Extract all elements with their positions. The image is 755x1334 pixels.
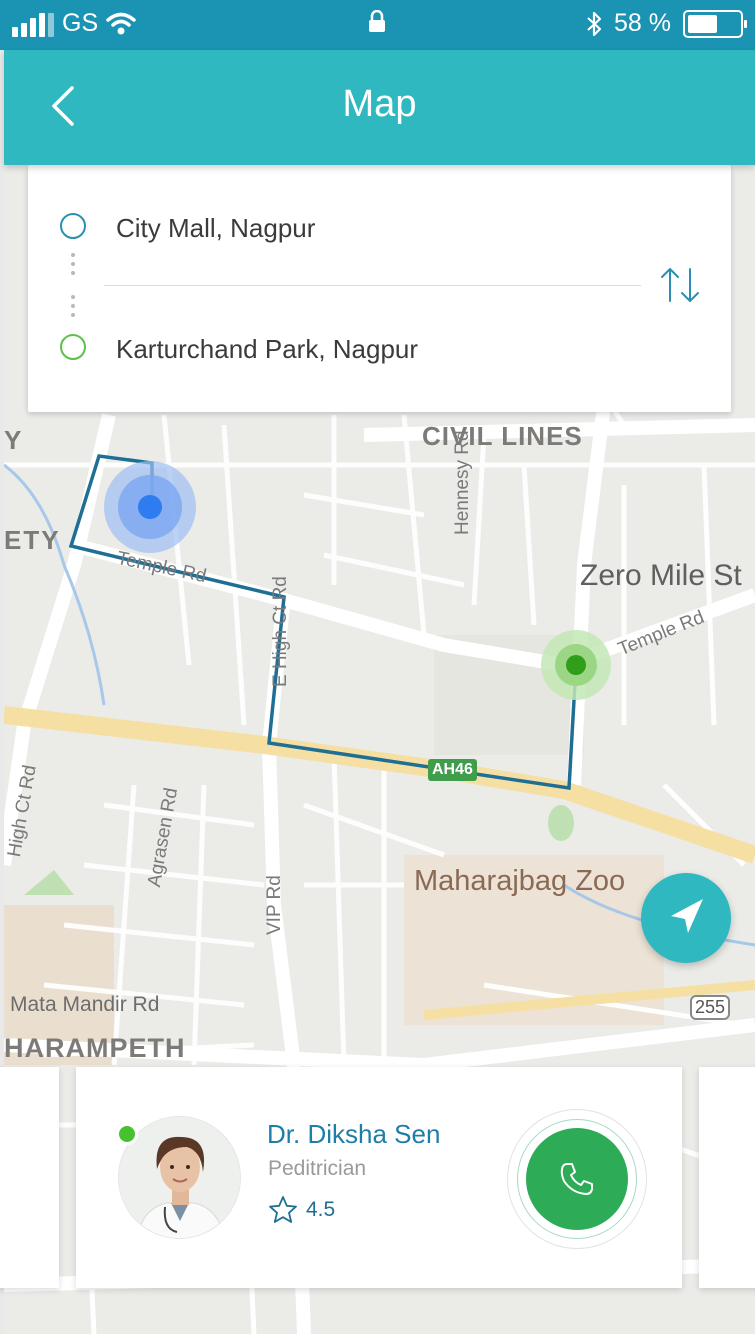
- doctor-specialty: Peditrician: [268, 1157, 367, 1180]
- status-right: 58 %: [586, 9, 747, 38]
- page-title: Map: [342, 83, 417, 125]
- swap-route-button[interactable]: [656, 265, 704, 305]
- online-status-badge: [116, 1123, 138, 1145]
- route-divider: [104, 285, 641, 286]
- map-label-hennesy-rd: Hennesy Rd: [452, 430, 473, 535]
- bluetooth-icon: [587, 11, 602, 36]
- origin-marker: [104, 461, 196, 553]
- call-button-circle[interactable]: [526, 1128, 628, 1230]
- doctor-name: Dr. Diksha Sen: [267, 1119, 441, 1149]
- map-label-vip-rd: VIP Rd: [264, 875, 285, 935]
- carrier-label: GS: [62, 9, 99, 37]
- app-header: Map: [4, 50, 755, 165]
- wifi-icon: [106, 12, 136, 34]
- route-card: City Mall, Nagpur Karturchand Park, Nagp…: [28, 165, 731, 412]
- map-label-zoo: Maharajbag Zoo: [414, 865, 626, 897]
- doctor-rating: 4.5: [268, 1195, 335, 1225]
- battery-fill: [688, 14, 717, 33]
- route-dots-icon: [71, 295, 75, 317]
- map-label-civil-lines: CIVIL LINES: [422, 421, 583, 451]
- previous-doctor-card[interactable]: [0, 1067, 59, 1288]
- navigation-arrow-icon: [671, 899, 703, 933]
- route-dots-icon: [71, 253, 75, 275]
- swap-arrows-icon: [661, 268, 699, 302]
- call-button[interactable]: [507, 1109, 647, 1249]
- battery-percent: 58 %: [614, 9, 671, 37]
- status-left: GS: [12, 9, 136, 38]
- origin-input[interactable]: City Mall, Nagpur: [116, 213, 315, 244]
- my-location-button[interactable]: [641, 873, 731, 963]
- map-label-highway-shield: AH46: [428, 759, 477, 781]
- phone-icon: [560, 1163, 593, 1195]
- destination-input[interactable]: Karturchand Park, Nagpur: [116, 334, 418, 365]
- signal-icon: [12, 11, 54, 37]
- map-label-e-high-ct-rd: E High Ct Rd: [270, 576, 291, 687]
- map-label-zero-mile: Zero Mile St: [580, 559, 742, 592]
- map-label-y: Y: [4, 425, 22, 455]
- next-doctor-card[interactable]: [699, 1067, 755, 1288]
- origin-circle-icon: [60, 213, 86, 239]
- destination-marker: [541, 630, 611, 700]
- lock-icon: [367, 9, 387, 41]
- status-bar: GS 58 %: [0, 0, 755, 50]
- map-label-route-255: 255: [690, 995, 731, 1020]
- battery-icon: [683, 9, 747, 38]
- destination-circle-icon: [60, 334, 86, 360]
- rating-value: 4.5: [306, 1198, 336, 1221]
- doctor-card[interactable]: Dr. Diksha Sen Peditrician 4.5: [76, 1067, 682, 1288]
- map-label-ety: ETY: [4, 525, 61, 555]
- star-icon: [269, 1196, 297, 1223]
- map-label-mata-mandir-rd: Mata Mandir Rd: [10, 993, 160, 1016]
- map-label-dharampeth: HARAMPETH: [4, 1033, 186, 1063]
